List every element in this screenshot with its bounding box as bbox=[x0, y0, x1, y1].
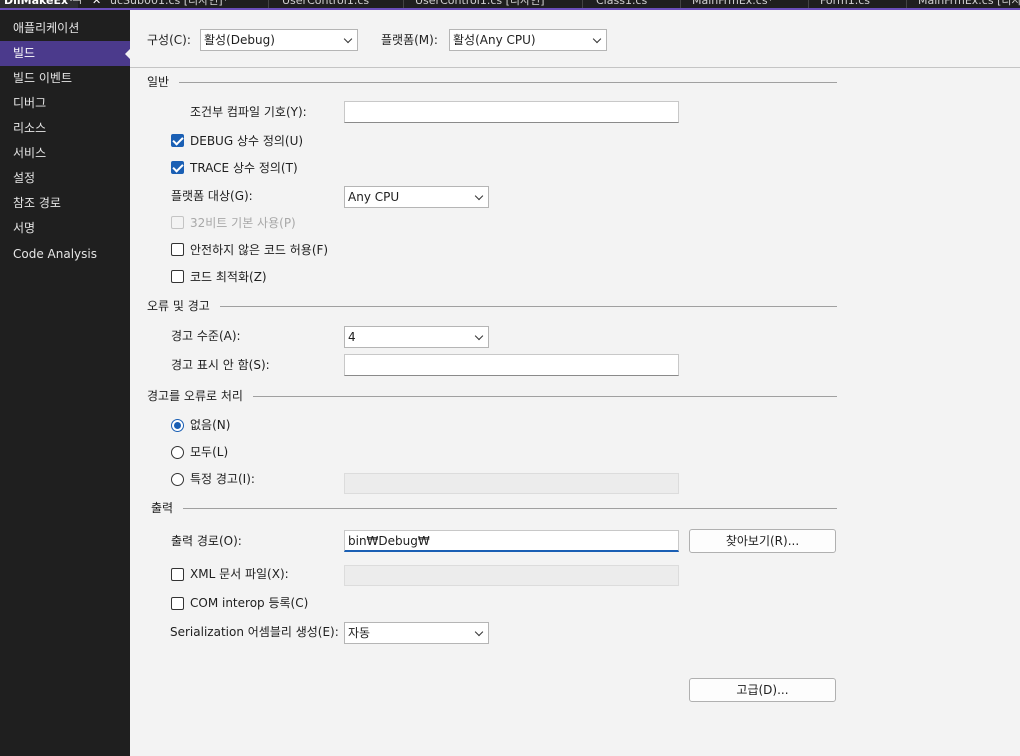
output-section-title: 출력 bbox=[151, 500, 184, 516]
sidebar-item-debug[interactable]: 디버그 bbox=[0, 91, 130, 116]
tab-separator bbox=[268, 0, 269, 8]
property-page-sidebar: 애플리케이션 빌드 빌드 이벤트 디버그 리소스 서비스 설정 참조 경로 서명… bbox=[0, 10, 131, 756]
suppress-warnings-input[interactable] bbox=[344, 354, 679, 376]
errors-section-header: 오류 및 경고 bbox=[147, 298, 837, 314]
serialization-assembly-dropdown[interactable]: 자동 bbox=[344, 622, 489, 644]
serialization-assembly-label: Serialization 어셈블리 생성(E): bbox=[170, 625, 339, 639]
tab-separator bbox=[582, 0, 583, 8]
sidebar-item-resources[interactable]: 리소스 bbox=[0, 116, 130, 141]
sidebar-item-settings[interactable]: 설정 bbox=[0, 166, 130, 191]
specific-warnings-input[interactable] bbox=[344, 473, 679, 494]
sidebar-item-build-events[interactable]: 빌드 이벤트 bbox=[0, 66, 130, 91]
xml-doc-path-input[interactable] bbox=[344, 565, 679, 586]
tab-form1[interactable]: Form1.cs bbox=[820, 0, 870, 8]
optimize-code-label: 코드 최적화(Z) bbox=[190, 270, 267, 284]
chevron-down-icon bbox=[474, 627, 484, 637]
tab-separator bbox=[403, 0, 404, 8]
treat-warnings-section-title: 경고를 오류로 처리 bbox=[147, 388, 253, 404]
section-divider bbox=[147, 82, 837, 83]
sidebar-item-application[interactable]: 애플리케이션 bbox=[0, 16, 130, 41]
treat-warnings-all-radio[interactable] bbox=[171, 446, 184, 459]
advanced-button[interactable]: 고급(D)... bbox=[689, 678, 836, 702]
document-tab-strip: DllMakeEx* ⊣ ✕ ucSub001.cs [디자인]* UserCo… bbox=[0, 0, 1020, 10]
platform-target-value: Any CPU bbox=[348, 190, 400, 204]
tab-separator bbox=[906, 0, 907, 8]
sidebar-item-build[interactable]: 빌드 bbox=[0, 41, 131, 66]
treat-warnings-specific-radio[interactable] bbox=[171, 473, 184, 486]
output-path-input[interactable]: bin₩Debug₩ bbox=[344, 530, 679, 552]
sidebar-item-services[interactable]: 서비스 bbox=[0, 141, 130, 166]
section-divider bbox=[151, 508, 837, 509]
serialization-assembly-value: 자동 bbox=[348, 626, 371, 640]
chevron-down-icon bbox=[474, 191, 484, 201]
build-settings-panel: 구성(C): 활성(Debug) 플랫폼(M): 활성(Any CPU) 일반 … bbox=[130, 10, 1020, 756]
trace-constant-checkbox[interactable] bbox=[171, 161, 184, 174]
sidebar-item-signing[interactable]: 서명 bbox=[0, 216, 130, 241]
general-section-header: 일반 bbox=[147, 74, 837, 90]
platform-value: 활성(Any CPU) bbox=[453, 33, 536, 47]
warning-level-value: 4 bbox=[348, 330, 356, 344]
treat-warnings-specific-label: 특정 경고(I): bbox=[190, 472, 255, 486]
tab-separator bbox=[808, 0, 809, 8]
conditional-symbols-label: 조건부 컴파일 기호(Y): bbox=[190, 105, 307, 119]
prefer-32bit-label: 32비트 기본 사용(P) bbox=[190, 216, 296, 230]
prefer-32bit-checkbox[interactable] bbox=[171, 216, 184, 229]
section-divider bbox=[147, 306, 837, 307]
tab-usercontrol1-designer[interactable]: UserControl1.cs [디자인] bbox=[415, 0, 545, 8]
platform-target-label: 플랫폼 대상(G): bbox=[171, 189, 253, 203]
output-section-header: 출력 bbox=[151, 500, 837, 516]
chevron-down-icon bbox=[592, 34, 602, 44]
sidebar-item-reference-paths[interactable]: 참조 경로 bbox=[0, 191, 130, 216]
xml-doc-label: XML 문서 파일(X): bbox=[190, 567, 289, 581]
warning-level-label: 경고 수준(A): bbox=[171, 329, 241, 343]
debug-constant-checkbox[interactable] bbox=[171, 134, 184, 147]
treat-warnings-all-label: 모두(L) bbox=[190, 445, 229, 459]
configuration-dropdown[interactable]: 활성(Debug) bbox=[200, 29, 358, 51]
treat-warnings-none-label: 없음(N) bbox=[190, 418, 231, 432]
allow-unsafe-label: 안전하지 않은 코드 허용(F) bbox=[190, 243, 329, 257]
pin-icon[interactable]: ⊣ bbox=[72, 0, 82, 8]
treat-warnings-none-radio[interactable] bbox=[171, 419, 184, 432]
optimize-code-checkbox[interactable] bbox=[171, 270, 184, 283]
sidebar-item-code-analysis[interactable]: Code Analysis bbox=[0, 242, 130, 267]
configuration-value: 활성(Debug) bbox=[204, 33, 275, 47]
close-icon[interactable]: ✕ bbox=[92, 0, 101, 8]
treat-warnings-section-header: 경고를 오류로 처리 bbox=[147, 388, 837, 404]
allow-unsafe-checkbox[interactable] bbox=[171, 243, 184, 256]
warning-level-dropdown[interactable]: 4 bbox=[344, 326, 489, 348]
tab-dllmakeex[interactable]: DllMakeEx* bbox=[0, 0, 78, 8]
header-divider bbox=[130, 67, 1020, 68]
com-interop-checkbox[interactable] bbox=[171, 597, 184, 610]
output-path-label: 출력 경로(O): bbox=[171, 534, 242, 548]
general-section-title: 일반 bbox=[147, 74, 180, 90]
tab-separator bbox=[680, 0, 681, 8]
configuration-label: 구성(C): bbox=[147, 33, 191, 47]
tab-ucsub001-designer[interactable]: ucSub001.cs [디자인]* bbox=[110, 0, 228, 8]
errors-section-title: 오류 및 경고 bbox=[147, 298, 220, 314]
chevron-down-icon bbox=[343, 34, 353, 44]
tab-mainfrmex-designer[interactable]: MainFrmEx.cs [디자인] bbox=[918, 0, 1020, 8]
tab-usercontrol1[interactable]: UserControl1.cs bbox=[282, 0, 369, 8]
tab-mainfrmex[interactable]: MainFrmEx.cs* bbox=[692, 0, 773, 8]
debug-constant-label: DEBUG 상수 정의(U) bbox=[190, 134, 304, 148]
browse-button[interactable]: 찾아보기(R)... bbox=[689, 529, 836, 553]
suppress-warnings-label: 경고 표시 안 함(S): bbox=[171, 358, 270, 372]
xml-doc-checkbox[interactable] bbox=[171, 568, 184, 581]
tab-class1[interactable]: Class1.cs bbox=[596, 0, 647, 8]
chevron-down-icon bbox=[474, 331, 484, 341]
platform-label: 플랫폼(M): bbox=[381, 33, 438, 47]
platform-target-dropdown[interactable]: Any CPU bbox=[344, 186, 489, 208]
conditional-symbols-input[interactable] bbox=[344, 101, 679, 123]
platform-dropdown[interactable]: 활성(Any CPU) bbox=[449, 29, 607, 51]
com-interop-label: COM interop 등록(C) bbox=[190, 596, 309, 610]
trace-constant-label: TRACE 상수 정의(T) bbox=[190, 161, 298, 175]
